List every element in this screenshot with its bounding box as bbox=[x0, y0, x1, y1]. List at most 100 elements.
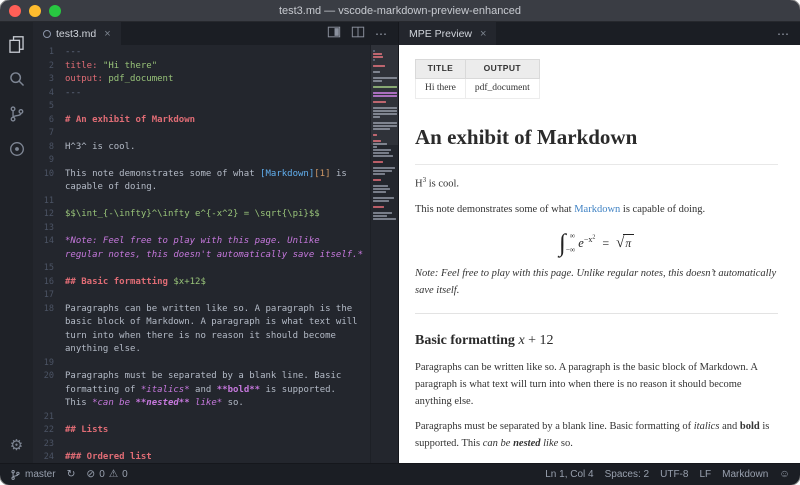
language-mode[interactable]: Markdown bbox=[722, 469, 768, 480]
code-row[interactable]: 14*Note: Feel free to play with this pag… bbox=[33, 235, 370, 249]
settings-gear-icon[interactable]: ⚙ bbox=[10, 438, 23, 453]
code-row[interactable]: 4--- bbox=[33, 87, 370, 101]
h-base: H bbox=[415, 179, 423, 190]
titlebar[interactable]: test3.md — vscode-markdown-preview-enhan… bbox=[0, 0, 800, 22]
sync-icon: ↻ bbox=[67, 469, 76, 480]
editor-code[interactable]: 1---2title: "Hi there"3output: pdf_docum… bbox=[33, 45, 370, 463]
tab-mpe-preview[interactable]: MPE Preview × bbox=[399, 22, 496, 45]
line-number bbox=[33, 181, 65, 195]
code-row[interactable]: 19 bbox=[33, 357, 370, 371]
code-row[interactable]: basic block of Markdown. A paragraph is … bbox=[33, 316, 370, 330]
open-preview-icon[interactable] bbox=[327, 25, 341, 42]
line-number: 15 bbox=[33, 262, 65, 276]
line-number bbox=[33, 316, 65, 330]
encoding-setting[interactable]: UTF-8 bbox=[660, 469, 688, 480]
eol-setting[interactable]: LF bbox=[699, 469, 711, 480]
line-number: 19 bbox=[33, 357, 65, 371]
code-row[interactable]: 6# An exhibit of Markdown bbox=[33, 114, 370, 128]
code-row[interactable]: 8H^3^ is cool. bbox=[33, 141, 370, 155]
line-number: 14 bbox=[33, 235, 65, 249]
code-row[interactable]: anything else. bbox=[33, 343, 370, 357]
table-cell: Hi there bbox=[416, 78, 466, 98]
line-number bbox=[33, 384, 65, 398]
code-row[interactable]: 23 bbox=[33, 438, 370, 452]
line-number: 8 bbox=[33, 141, 65, 155]
code-row[interactable]: 18Paragraphs can be written like so. A p… bbox=[33, 303, 370, 317]
code-row[interactable]: 9 bbox=[33, 154, 370, 168]
code-row[interactable]: 21 bbox=[33, 411, 370, 425]
code-row[interactable]: 24### Ordered list bbox=[33, 451, 370, 463]
divider bbox=[415, 313, 778, 314]
code-row[interactable]: 7 bbox=[33, 127, 370, 141]
more-actions-icon[interactable]: ⋯ bbox=[375, 27, 388, 41]
git-branch-indicator[interactable]: master bbox=[10, 469, 56, 481]
code-row[interactable]: 1--- bbox=[33, 46, 370, 60]
preview-group: MPE Preview × ⋯ TITLEOUTPUTHi therepdf_d… bbox=[399, 22, 800, 463]
more-actions-icon[interactable]: ⋯ bbox=[777, 27, 790, 41]
table-cell: pdf_document bbox=[465, 78, 539, 98]
line-number: 17 bbox=[33, 289, 65, 303]
line-number: 22 bbox=[33, 424, 65, 438]
close-tab-icon[interactable]: × bbox=[480, 28, 486, 40]
code-row[interactable]: regular notes, this doesn't automaticall… bbox=[33, 249, 370, 263]
extension-icon[interactable] bbox=[7, 139, 27, 159]
editor-group: test3.md × ⋯ 1---2title: "Hi there"3outp… bbox=[33, 22, 399, 463]
source-control-icon[interactable] bbox=[7, 104, 27, 124]
code-row[interactable]: 5 bbox=[33, 100, 370, 114]
preview-p-cool: H3 is cool. bbox=[415, 175, 778, 193]
code-row[interactable]: 17 bbox=[33, 289, 370, 303]
cursor-position[interactable]: Ln 1, Col 4 bbox=[545, 469, 593, 480]
code-row[interactable]: 20Paragraphs must be separated by a blan… bbox=[33, 370, 370, 384]
vscode-window: test3.md — vscode-markdown-preview-enhan… bbox=[0, 0, 800, 485]
git-branch-icon bbox=[10, 469, 21, 481]
close-tab-icon[interactable]: × bbox=[104, 28, 110, 40]
line-number: 9 bbox=[33, 154, 65, 168]
code-row[interactable]: 12$$\int_{-\infty}^\infty e^{-x^2} = \sq… bbox=[33, 208, 370, 222]
code-row[interactable]: 10This note demonstrates some of what [M… bbox=[33, 168, 370, 182]
close-window-button[interactable] bbox=[9, 5, 21, 17]
code-row[interactable]: turn into when there is no reason it sho… bbox=[33, 330, 370, 344]
tab-label: test3.md bbox=[56, 28, 96, 40]
line-number: 7 bbox=[33, 127, 65, 141]
code-row[interactable]: capable of doing. bbox=[33, 181, 370, 195]
indentation-setting[interactable]: Spaces: 2 bbox=[605, 469, 649, 480]
code-row[interactable]: 16## Basic formatting $x+12$ bbox=[33, 276, 370, 290]
problems-indicator[interactable]: ⊘ 0 ⚠ 0 bbox=[86, 469, 127, 480]
integral-limits: ∞ −∞ bbox=[567, 230, 576, 256]
h-rest: is cool. bbox=[426, 179, 459, 190]
integral-sign: ∫ bbox=[559, 231, 566, 256]
code-row[interactable]: 11 bbox=[33, 195, 370, 209]
code-row[interactable]: 15 bbox=[33, 262, 370, 276]
code-row[interactable]: 13 bbox=[33, 222, 370, 236]
sync-button[interactable]: ↻ bbox=[67, 469, 76, 480]
minimap-slider[interactable] bbox=[371, 45, 398, 145]
tab-test3-md[interactable]: test3.md × bbox=[33, 22, 121, 45]
markdown-preview[interactable]: TITLEOUTPUTHi therepdf_document An exhib… bbox=[399, 45, 800, 463]
code-row[interactable]: 2title: "Hi there" bbox=[33, 60, 370, 74]
minimap[interactable] bbox=[370, 45, 398, 463]
activity-bar: ⚙ bbox=[0, 22, 33, 463]
explorer-icon[interactable] bbox=[7, 34, 27, 54]
line-number bbox=[33, 397, 65, 411]
code-row[interactable]: This *can be **nested** like* so. bbox=[33, 397, 370, 411]
feedback-icon[interactable]: ☺ bbox=[779, 469, 790, 480]
code-row[interactable]: 22## Lists bbox=[33, 424, 370, 438]
math-expression: e−x2 bbox=[578, 233, 595, 253]
line-number: 5 bbox=[33, 100, 65, 114]
line-number: 2 bbox=[33, 60, 65, 74]
minimize-window-button[interactable] bbox=[29, 5, 41, 17]
split-editor-icon[interactable] bbox=[351, 25, 365, 42]
line-number: 18 bbox=[33, 303, 65, 317]
code-row[interactable]: 3output: pdf_document bbox=[33, 73, 370, 87]
preview-heading-1: An exhibit of Markdown bbox=[415, 121, 778, 166]
table-header: OUTPUT bbox=[465, 60, 539, 79]
table-row: Hi therepdf_document bbox=[416, 78, 540, 98]
preview-p2: Paragraphs must be separated by a blank … bbox=[415, 419, 778, 453]
line-number: 4 bbox=[33, 87, 65, 101]
line-number: 21 bbox=[33, 411, 65, 425]
zoom-window-button[interactable] bbox=[49, 5, 61, 17]
markdown-link[interactable]: Markdown bbox=[574, 204, 620, 215]
search-icon[interactable] bbox=[7, 69, 27, 89]
code-row[interactable]: formatting of *italics* and **bold** is … bbox=[33, 384, 370, 398]
line-number: 12 bbox=[33, 208, 65, 222]
